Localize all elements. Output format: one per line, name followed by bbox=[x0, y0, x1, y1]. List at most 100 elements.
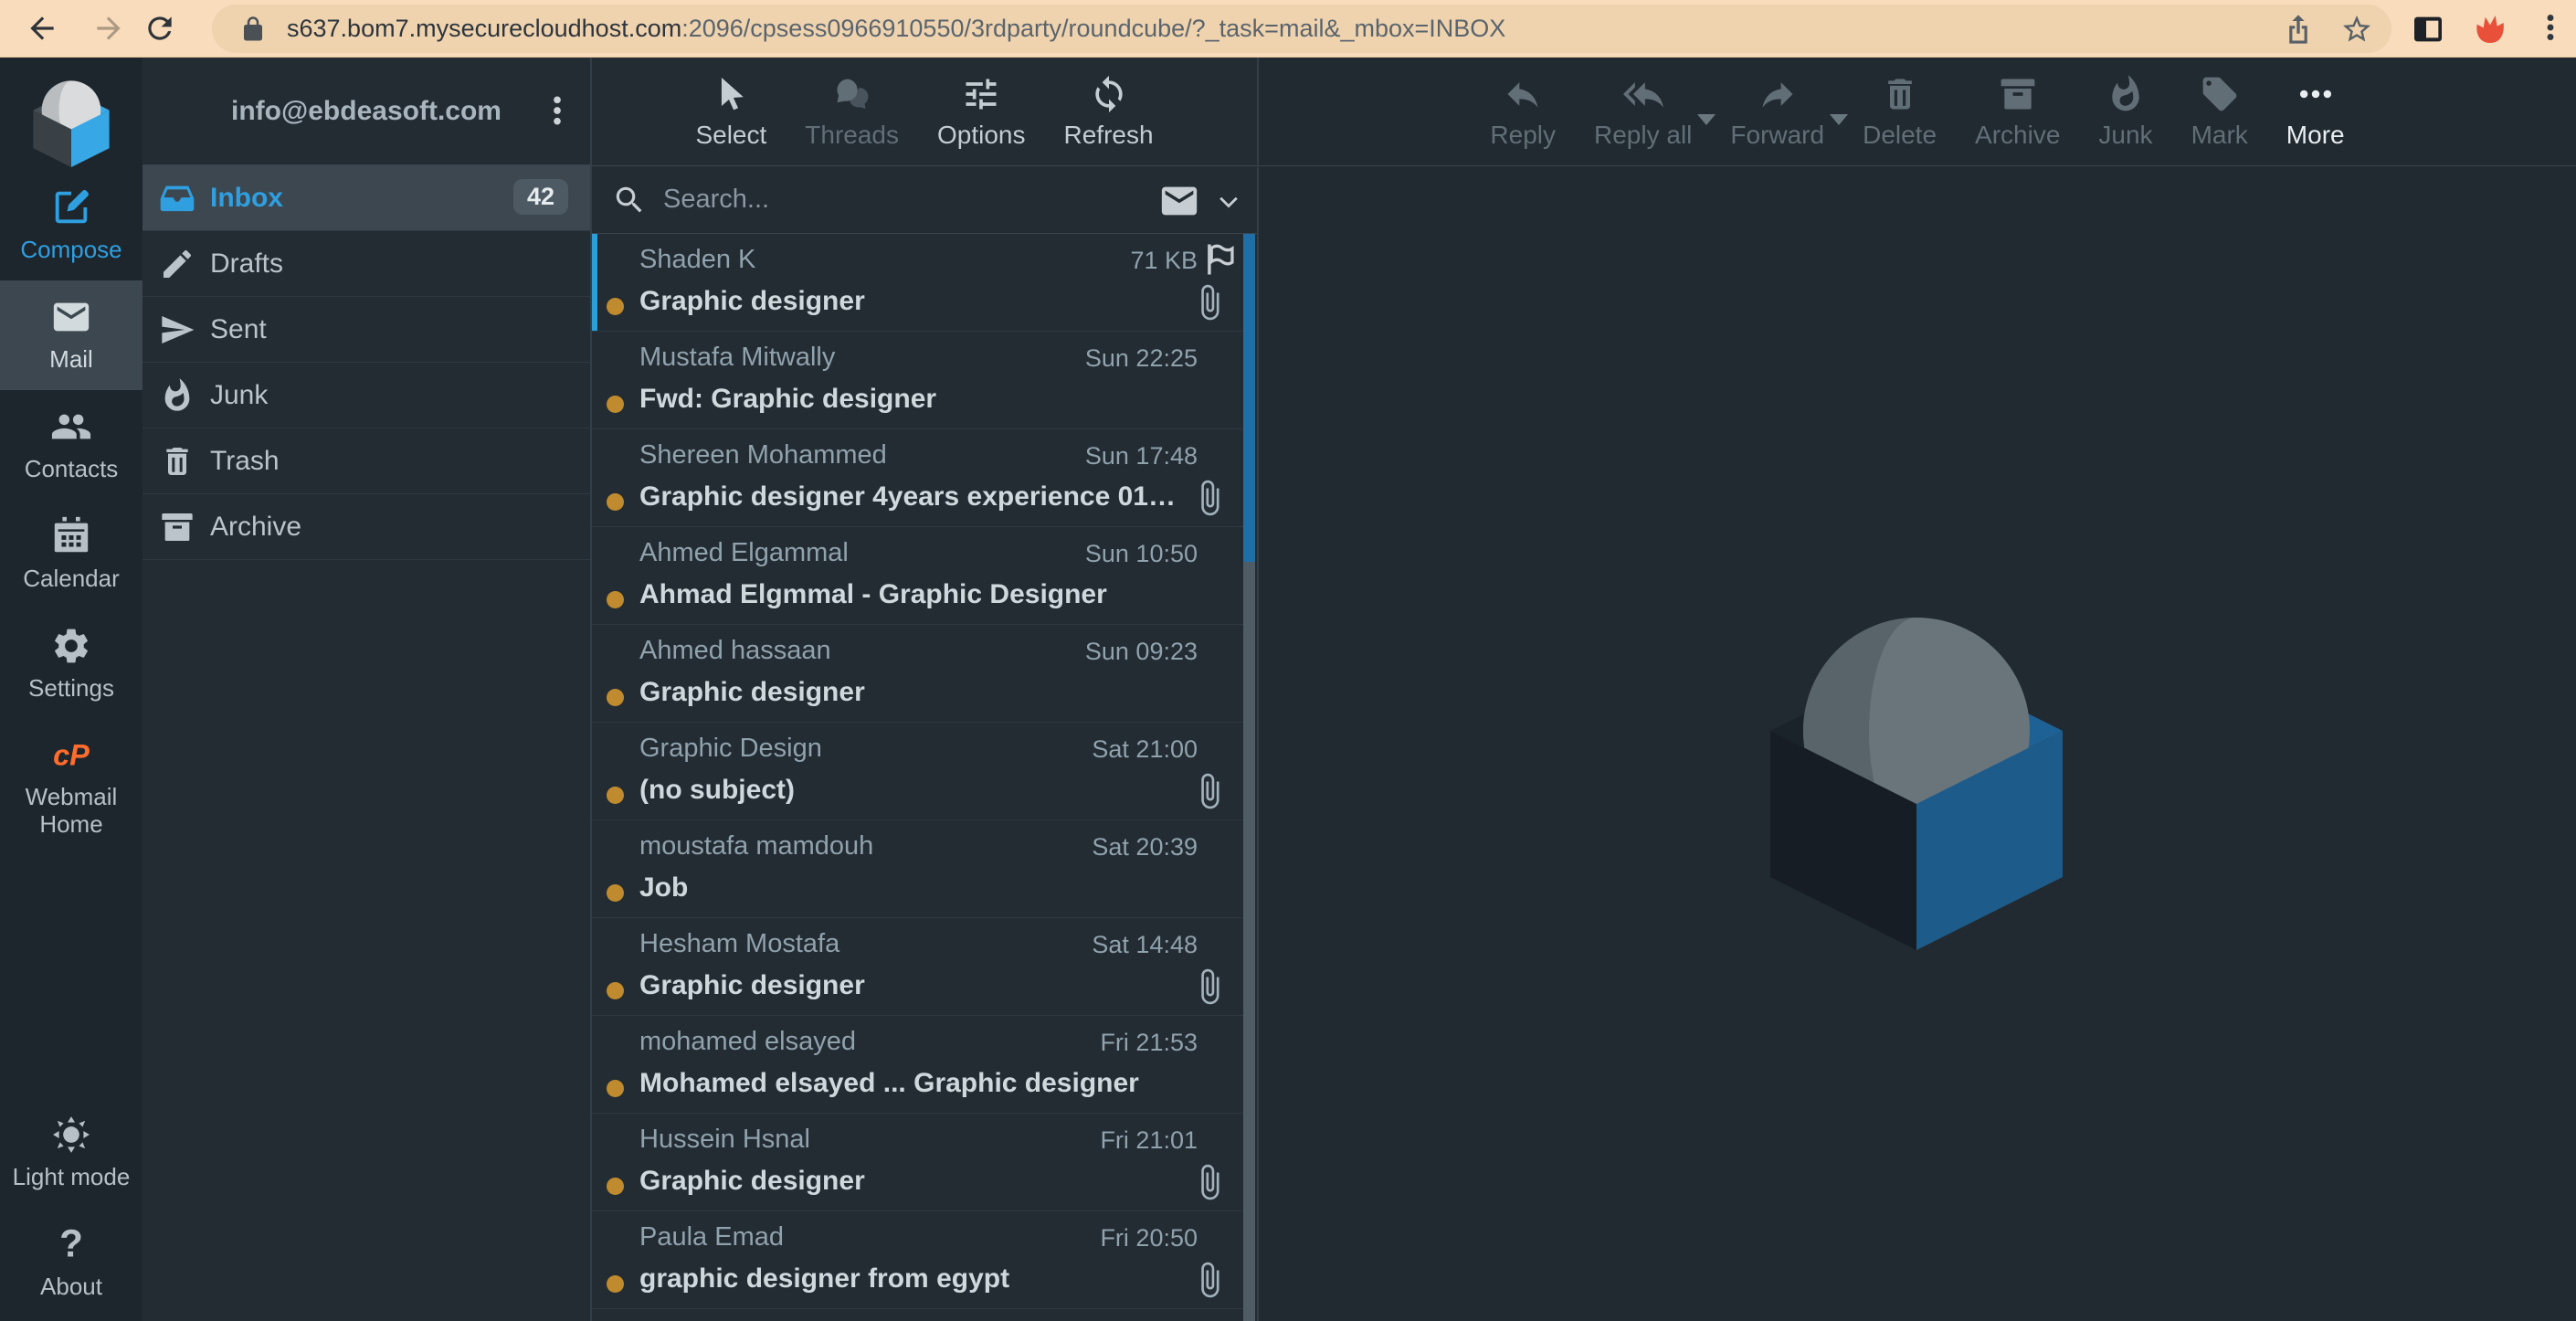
calendar-icon bbox=[50, 515, 92, 557]
unread-dot bbox=[607, 1178, 624, 1195]
url-path: :2096/cpsess0966910550/3rdparty/roundcub… bbox=[681, 15, 1505, 42]
share-icon[interactable] bbox=[2282, 13, 2315, 46]
browser-menu-icon[interactable] bbox=[2534, 11, 2567, 44]
toolbar-button-junk[interactable]: Junk bbox=[2079, 74, 2171, 150]
flag-icon[interactable] bbox=[1199, 239, 1240, 280]
folder-options-button[interactable] bbox=[539, 92, 575, 129]
toolbar-button-label: More bbox=[2286, 121, 2345, 150]
sidebar-item-about[interactable]: About bbox=[0, 1208, 143, 1321]
message-sender: Hussein Hsnal bbox=[639, 1125, 810, 1155]
browser-forward-button[interactable] bbox=[91, 11, 126, 46]
trash-icon bbox=[1880, 74, 1920, 114]
url-host: s637.bom7.mysecurecloudhost.com bbox=[287, 15, 681, 42]
toolbar-button-select[interactable]: Select bbox=[676, 74, 786, 150]
toolbar-button-label: Reply bbox=[1490, 121, 1556, 150]
sidebar-item-light-mode[interactable]: Light mode bbox=[0, 1098, 143, 1208]
sidebar-item-label: Contacts bbox=[25, 456, 119, 483]
toolbar-button-reply-all[interactable]: Reply all bbox=[1575, 74, 1711, 150]
paperclip-icon bbox=[1190, 479, 1229, 517]
unread-dot bbox=[607, 493, 624, 511]
paperclip-icon bbox=[1190, 1163, 1229, 1201]
toolbar-button-threads[interactable]: Threads bbox=[786, 74, 918, 150]
bookmark-star-icon[interactable] bbox=[2340, 13, 2373, 46]
side-panel-icon[interactable] bbox=[2410, 11, 2446, 48]
list-scrollbar-thumb[interactable] bbox=[1243, 234, 1255, 562]
toolbar-button-options[interactable]: Options bbox=[918, 74, 1045, 150]
extension-icon[interactable] bbox=[2472, 11, 2508, 48]
search-input[interactable]: Search... bbox=[663, 185, 769, 215]
message-row[interactable]: Graphic Design Sat 21:00 (no subject) bbox=[592, 723, 1243, 820]
message-subject: (no subject) bbox=[639, 775, 1177, 806]
question-icon bbox=[50, 1223, 92, 1265]
folder-trash[interactable]: Trash bbox=[143, 428, 590, 494]
message-row[interactable]: Hussein Hsnal Fri 21:01 Graphic designer bbox=[592, 1114, 1243, 1211]
message-subject: Job bbox=[639, 872, 1177, 904]
search-bar[interactable]: Search... bbox=[592, 166, 1257, 234]
browser-back-button[interactable] bbox=[25, 11, 59, 46]
message-sender: mohamed elsayed bbox=[639, 1027, 856, 1057]
toolbar-button-refresh[interactable]: Refresh bbox=[1045, 74, 1173, 150]
account-header: info@ebdeasoft.com bbox=[143, 58, 590, 165]
toolbar-button-label: Delete bbox=[1863, 121, 1937, 150]
message-sender: Hesham Mostafa bbox=[639, 929, 839, 959]
toolbar-button-forward[interactable]: Forward bbox=[1711, 74, 1843, 150]
folder-junk[interactable]: Junk bbox=[143, 363, 590, 428]
folder-archive[interactable]: Archive bbox=[143, 494, 590, 560]
drafts-icon bbox=[159, 246, 195, 282]
folder-inbox[interactable]: Inbox 42 bbox=[143, 165, 590, 231]
sidebar-item-compose[interactable]: Compose bbox=[0, 171, 143, 280]
message-row[interactable]: mohamed elsayed Fri 21:53 Mohamed elsaye… bbox=[592, 1016, 1243, 1114]
message-subject: Fwd: Graphic designer bbox=[639, 384, 1177, 415]
url-text: s637.bom7.mysecurecloudhost.com:2096/cps… bbox=[287, 15, 1505, 43]
folder-label: Trash bbox=[210, 446, 280, 477]
sidebar-item-label: Mail bbox=[49, 346, 93, 374]
message-row[interactable]: Shaden K 71 KB Graphic designer bbox=[592, 234, 1243, 332]
unread-dot bbox=[607, 689, 624, 706]
message-date: Sun 17:48 bbox=[1085, 442, 1198, 470]
message-row[interactable]: moustafa mamdouh Sat 20:39 Job bbox=[592, 820, 1243, 918]
threads-icon bbox=[832, 74, 872, 114]
address-bar[interactable]: s637.bom7.mysecurecloudhost.com:2096/cps… bbox=[212, 5, 2391, 53]
message-sender: Graphic Design bbox=[639, 734, 822, 764]
message-subject: Graphic designer bbox=[639, 970, 1177, 1001]
sun-icon bbox=[50, 1114, 92, 1156]
toolbar-button-mark[interactable]: Mark bbox=[2172, 74, 2267, 150]
message-row[interactable]: Shereen Mohammed Sun 17:48 Graphic desig… bbox=[592, 429, 1243, 527]
unread-dot bbox=[607, 787, 624, 804]
message-row[interactable]: Paula Emad Fri 20:50 graphic designer fr… bbox=[592, 1211, 1243, 1309]
browser-refresh-button[interactable] bbox=[143, 11, 177, 46]
sent-icon bbox=[159, 312, 195, 348]
message-subject: graphic designer from egypt bbox=[639, 1263, 1177, 1295]
sidebar-item-mail[interactable]: Mail bbox=[0, 280, 143, 390]
folder-list: Inbox 42 Drafts Sent Junk bbox=[143, 165, 590, 560]
sidebar-item-label: Calendar bbox=[23, 565, 120, 593]
search-options-chevron-icon[interactable] bbox=[1213, 185, 1244, 217]
sidebar-item-settings[interactable]: Settings bbox=[0, 609, 143, 719]
list-toolbar: Select Threads Options Refresh bbox=[592, 58, 1257, 166]
message-sender: Ahmed hassaan bbox=[639, 636, 831, 666]
message-sender: Ahmed Elgammal bbox=[639, 538, 849, 568]
folder-label: Archive bbox=[210, 512, 301, 543]
toolbar-button-delete[interactable]: Delete bbox=[1843, 74, 1956, 150]
message-row[interactable]: Ahmed hassaan Sun 09:23 Graphic designer bbox=[592, 625, 1243, 723]
sidebar-item-contacts[interactable]: Contacts bbox=[0, 390, 143, 500]
toolbar-button-reply[interactable]: Reply bbox=[1471, 74, 1575, 150]
message-subject: Ahmad Elgmmal - Graphic Designer bbox=[639, 579, 1177, 610]
toolbar-button-archive[interactable]: Archive bbox=[1956, 74, 2079, 150]
message-row[interactable]: Mustafa Mitwally Sun 22:25 Fwd: Graphic … bbox=[592, 332, 1243, 429]
message-row[interactable]: Hesham Mostafa Sat 14:48 Graphic designe… bbox=[592, 918, 1243, 1016]
sidebar-item-webmail-home[interactable]: Webmail Home bbox=[0, 718, 143, 855]
options-icon bbox=[961, 74, 1001, 114]
sidebar-item-calendar[interactable]: Calendar bbox=[0, 500, 143, 609]
toolbar-button-more[interactable]: More bbox=[2267, 74, 2364, 150]
contacts-icon bbox=[50, 406, 92, 448]
junk-icon bbox=[159, 377, 195, 414]
search-icon bbox=[612, 183, 647, 217]
message-date: Sat 20:39 bbox=[1092, 833, 1198, 861]
more-icon bbox=[2296, 74, 2336, 114]
folder-drafts[interactable]: Drafts bbox=[143, 231, 590, 297]
search-scope-envelope-icon[interactable] bbox=[1158, 180, 1200, 222]
lock-icon[interactable] bbox=[239, 16, 267, 43]
message-row[interactable]: Ahmed Elgammal Sun 10:50 Ahmad Elgmmal -… bbox=[592, 527, 1243, 625]
folder-sent[interactable]: Sent bbox=[143, 297, 590, 363]
